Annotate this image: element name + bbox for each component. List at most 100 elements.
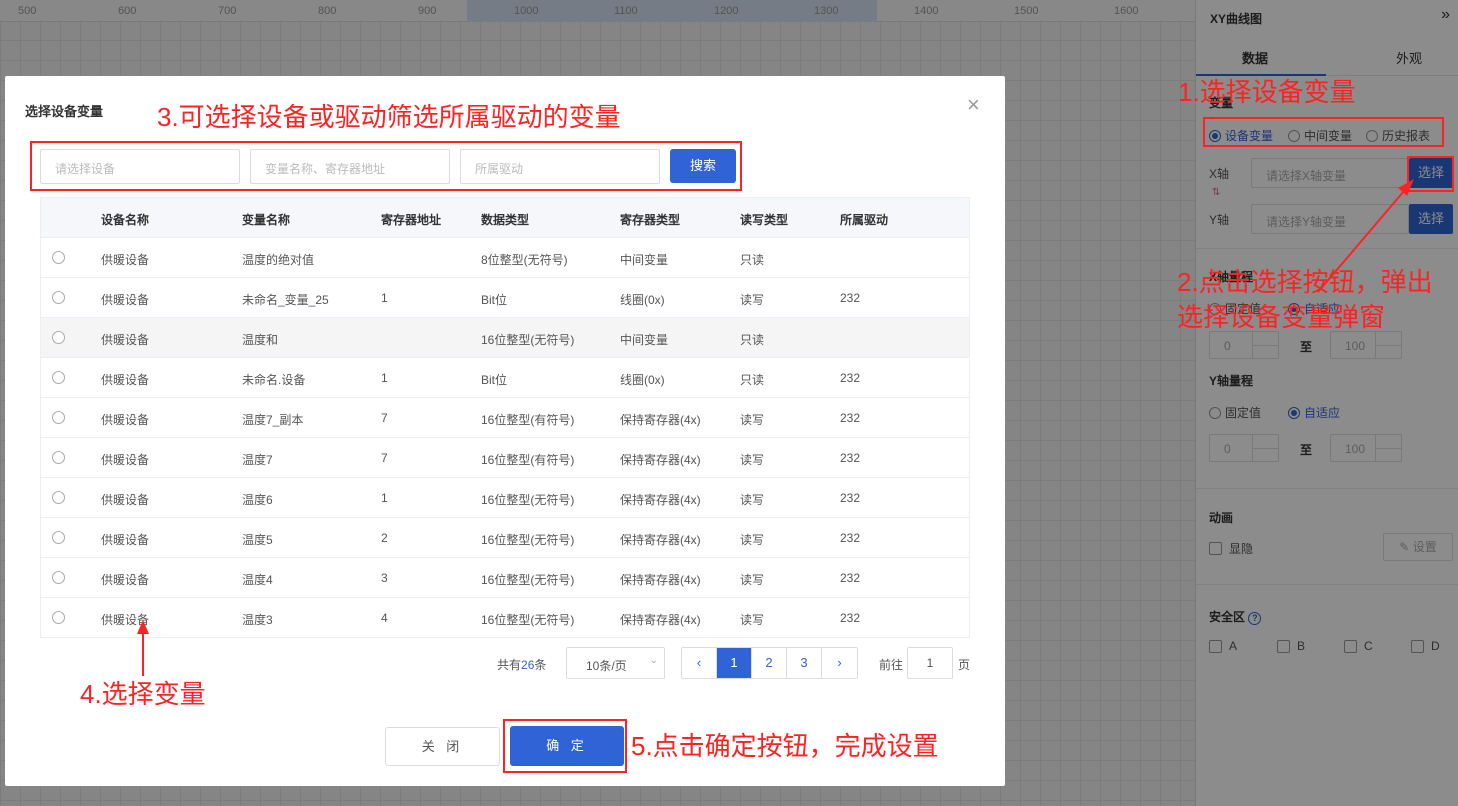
table-row[interactable]: 供暖设备 温度3 4 16位整型(无符号) 保持寄存器(4x) 读写 232 (41, 598, 969, 638)
cell: 4 (381, 611, 388, 625)
row-radio[interactable] (52, 571, 65, 584)
table-row[interactable]: 供暖设备 温度的绝对值 8位整型(无符号) 中间变量 只读 (41, 238, 969, 278)
cell: 7 (381, 451, 388, 465)
column-header: 设备名称 (101, 213, 150, 227)
cell: 16位整型(无符号) (481, 333, 575, 347)
cell: 232 (840, 451, 861, 465)
cell: 供暖设备 (101, 333, 150, 347)
cell: 温度7_副本 (242, 413, 304, 427)
cell: Bit位 (481, 373, 508, 387)
cell: 16位整型(有符号) (481, 413, 575, 427)
cell: 1 (381, 291, 388, 305)
table-row[interactable]: 供暖设备 未命名_变量_25 1 Bit位 线圈(0x) 读写 232 (41, 278, 969, 318)
page-size-select[interactable]: 10条/页 ⌄ (566, 647, 665, 679)
table-row[interactable]: 供暖设备 温度4 3 16位整型(无符号) 保持寄存器(4x) 读写 232 (41, 558, 969, 598)
annotation-step-3: 3.可选择设备或驱动筛选所属驱动的变量 (157, 102, 621, 132)
column-header: 变量名称 (242, 213, 291, 227)
column-header: 数据类型 (481, 213, 530, 227)
cell: 读写 (740, 613, 765, 627)
page-button[interactable]: 3 (787, 648, 822, 678)
goto-label: 前往 (879, 658, 904, 672)
cell: 16位整型(无符号) (481, 493, 575, 507)
cell: 温度的绝对值 (242, 253, 315, 267)
page-button[interactable]: 1 (717, 648, 752, 678)
table-row[interactable]: 供暖设备 温度和 16位整型(无符号) 中间变量 只读 (41, 318, 969, 358)
prev-page-button[interactable]: ‹ (682, 648, 717, 678)
cell: 16位整型(有符号) (481, 453, 575, 467)
cell: 保持寄存器(4x) (620, 613, 701, 627)
annotation-box-variable-type (1203, 117, 1444, 147)
cell: 3 (381, 571, 388, 585)
cell: 只读 (740, 373, 765, 387)
close-icon[interactable]: × (967, 94, 980, 116)
cell: 1 (381, 371, 388, 385)
row-radio[interactable] (52, 531, 65, 544)
column-header: 读写类型 (740, 213, 789, 227)
annotation-box-confirm (503, 719, 627, 773)
row-radio[interactable] (52, 251, 65, 264)
cell: 1 (381, 491, 388, 505)
cell: 线圈(0x) (620, 293, 665, 307)
cell: 供暖设备 (101, 413, 150, 427)
dialog-title: 选择设备变量 (25, 104, 104, 119)
cell: 温度3 (242, 613, 273, 627)
row-radio[interactable] (52, 331, 65, 344)
annotation-step-5: 5.点击确定按钮，完成设置 (631, 731, 939, 761)
cell: 供暖设备 (101, 613, 150, 627)
cell: 供暖设备 (101, 373, 150, 387)
pagination: ‹ 1 2 3 › (681, 647, 858, 679)
variable-table: 设备名称 变量名称 寄存器地址 数据类型 寄存器类型 读写类型 所属驱动 供暖设… (40, 197, 970, 638)
table-row[interactable]: 供暖设备 温度7 7 16位整型(有符号) 保持寄存器(4x) 读写 232 (41, 438, 969, 478)
cell: 232 (840, 371, 861, 385)
row-radio[interactable] (52, 291, 65, 304)
cell: 232 (840, 531, 861, 545)
cell: 232 (840, 491, 861, 505)
cell: 2 (381, 531, 388, 545)
cell: 供暖设备 (101, 293, 150, 307)
next-page-button[interactable]: › (822, 648, 857, 678)
cell: 读写 (740, 493, 765, 507)
table-header: 设备名称 变量名称 寄存器地址 数据类型 寄存器类型 读写类型 所属驱动 (41, 198, 969, 238)
cell: 中间变量 (620, 333, 669, 347)
row-radio[interactable] (52, 491, 65, 504)
cell: 保持寄存器(4x) (620, 453, 701, 467)
cell: 读写 (740, 413, 765, 427)
cell: 中间变量 (620, 253, 669, 267)
cell: 供暖设备 (101, 253, 150, 267)
cell: 16位整型(无符号) (481, 573, 575, 587)
annotation-step-2-line2: 选择设备变量弹窗 (1177, 302, 1386, 332)
cell: 只读 (740, 253, 765, 267)
cell: 保持寄存器(4x) (620, 493, 701, 507)
close-button[interactable]: 关 闭 (385, 727, 500, 766)
cell: 读写 (740, 533, 765, 547)
cell: 供暖设备 (101, 533, 150, 547)
table-row[interactable]: 供暖设备 未命名.设备 1 Bit位 线圈(0x) 只读 232 (41, 358, 969, 398)
row-radio[interactable] (52, 611, 65, 624)
table-row[interactable]: 供暖设备 温度7_副本 7 16位整型(有符号) 保持寄存器(4x) 读写 232 (41, 398, 969, 438)
cell: 读写 (740, 453, 765, 467)
cell: 16位整型(无符号) (481, 613, 575, 627)
column-header: 寄存器地址 (381, 213, 442, 227)
cell: 读写 (740, 573, 765, 587)
cell: 7 (381, 411, 388, 425)
cell: 温度4 (242, 573, 273, 587)
page-button[interactable]: 2 (752, 648, 787, 678)
cell: 温度和 (242, 333, 279, 347)
table-row[interactable]: 供暖设备 温度5 2 16位整型(无符号) 保持寄存器(4x) 读写 232 (41, 518, 969, 558)
row-radio[interactable] (52, 411, 65, 424)
row-radio[interactable] (52, 451, 65, 464)
annotation-box-filters (30, 141, 742, 191)
goto-page-input[interactable]: 1 (907, 647, 953, 679)
column-header: 寄存器类型 (620, 213, 681, 227)
table-row[interactable]: 供暖设备 温度6 1 16位整型(无符号) 保持寄存器(4x) 读写 232 (41, 478, 969, 518)
cell: 保持寄存器(4x) (620, 413, 701, 427)
row-radio[interactable] (52, 371, 65, 384)
cell: 232 (840, 571, 861, 585)
cell: 只读 (740, 333, 765, 347)
cell: 线圈(0x) (620, 373, 665, 387)
cell: 保持寄存器(4x) (620, 533, 701, 547)
cell: 未命名_变量_25 (242, 293, 329, 307)
cell: Bit位 (481, 293, 508, 307)
cell: 16位整型(无符号) (481, 533, 575, 547)
page-suffix: 页 (958, 658, 971, 672)
